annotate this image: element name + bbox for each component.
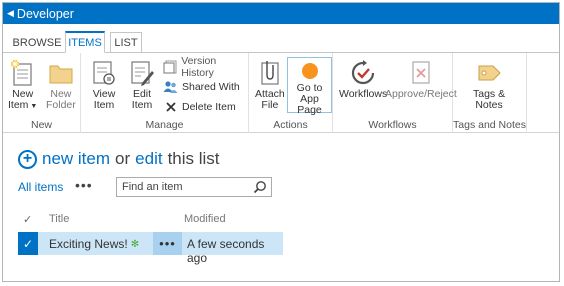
tab-list[interactable]: LIST	[110, 32, 142, 53]
go-to-app-label-1: Go to App	[296, 82, 323, 105]
view-item-label-2: Item	[93, 99, 115, 111]
group-label-new: New	[30, 119, 52, 131]
attach-file-label-2: File	[261, 99, 279, 111]
tags-notes-button[interactable]: Tags & Notes	[473, 59, 505, 111]
plus-circle-icon[interactable]: +	[18, 149, 37, 169]
edit-item-label-2: Item	[131, 99, 153, 111]
edit-item-icon	[128, 59, 156, 87]
delete-item-label: Delete Item	[182, 100, 236, 113]
group-label-tags-notes: Tags and Notes	[453, 119, 526, 131]
tab-items[interactable]: ITEMS	[65, 31, 105, 53]
suite-bar: ◀ Developer	[3, 3, 559, 24]
shared-with-button[interactable]: Shared With	[163, 78, 240, 95]
sharepoint-window: ◀ Developer BROWSE ITEMS LIST New Item ▼…	[2, 2, 560, 282]
back-to-site-link[interactable]: ◀ Developer	[7, 5, 74, 22]
go-to-app-label-2: Page	[297, 104, 322, 116]
ribbon-group-actions: Attach File Go to App Page Actions	[249, 53, 333, 133]
new-item-icon	[9, 59, 37, 87]
list-heading: + new item or edit this list	[18, 149, 225, 169]
table-row[interactable]: ✓ Exciting News! ✻ ••• A few seconds ago	[18, 232, 283, 265]
row-checkbox[interactable]: ✓	[18, 232, 38, 255]
search-icon[interactable]	[253, 180, 267, 194]
chevron-left-icon: ◀	[7, 8, 14, 18]
ribbon: New Item ▼ New Folder New View Item Edit…	[3, 53, 559, 133]
search-box	[116, 177, 272, 197]
row-modified-value: A few seconds ago	[187, 237, 265, 265]
ribbon-group-new: New Item ▼ New Folder New	[3, 53, 81, 133]
heading-or-text: or	[115, 149, 131, 168]
new-folder-label-2: Folder	[46, 99, 76, 111]
version-history-label: Version History	[181, 54, 217, 79]
delete-item-button[interactable]: Delete Item	[163, 98, 236, 115]
view-item-icon	[90, 59, 118, 87]
attach-file-button[interactable]: Attach File	[255, 59, 285, 111]
tag-icon	[475, 59, 503, 87]
select-all-checkmark[interactable]: ✓	[23, 213, 32, 226]
workflow-icon	[349, 59, 377, 87]
tab-browse[interactable]: BROWSE	[13, 32, 62, 53]
row-actions-ellipsis[interactable]: •••	[153, 232, 182, 255]
approve-reject-button[interactable]: Approve/Reject	[385, 59, 457, 100]
heading-this-list-text: this list	[167, 149, 220, 168]
edit-list-link[interactable]: edit	[135, 149, 162, 169]
view-item-button[interactable]: View Item	[90, 59, 118, 111]
new-item-link[interactable]: new item	[42, 149, 110, 169]
version-history-icon	[163, 59, 177, 74]
new-item-label-2: Item	[8, 99, 29, 111]
app-dot-icon	[296, 61, 324, 81]
column-header-title[interactable]: Title	[49, 213, 69, 225]
attach-file-icon	[256, 59, 284, 87]
workflows-label: Workflows	[339, 88, 388, 100]
ribbon-group-tags-notes: Tags & Notes Tags and Notes	[453, 53, 527, 133]
folder-icon	[47, 59, 75, 87]
ribbon-tabs: BROWSE ITEMS LIST	[3, 24, 559, 53]
new-item-button[interactable]: New Item ▼	[8, 59, 37, 112]
approve-reject-label: Approve/Reject	[385, 88, 457, 100]
search-input[interactable]	[117, 181, 247, 193]
new-folder-button[interactable]: New Folder	[46, 59, 76, 111]
column-header-modified[interactable]: Modified	[184, 213, 226, 225]
more-views-ellipsis[interactable]: •••	[75, 177, 93, 193]
edit-item-button[interactable]: Edit Item	[128, 59, 156, 111]
approve-reject-icon	[407, 59, 435, 87]
ribbon-group-manage: View Item Edit Item Version History Shar…	[81, 53, 249, 133]
row-title-text: Exciting News!	[49, 237, 128, 251]
workflows-button[interactable]: Workflows	[339, 59, 387, 100]
tags-notes-label-2: Notes	[475, 99, 503, 111]
group-label-actions: Actions	[273, 119, 308, 131]
view-selector-all-items[interactable]: All items	[18, 180, 63, 194]
site-name: Developer	[16, 6, 74, 21]
go-to-app-page-button[interactable]: Go to App Page	[287, 57, 332, 116]
dropdown-arrow-icon: ▼	[28, 103, 38, 110]
group-label-manage: Manage	[145, 119, 184, 131]
shared-with-label: Shared With	[182, 80, 240, 93]
group-label-workflows: Workflows	[368, 119, 417, 131]
people-icon	[163, 79, 178, 94]
row-title-link[interactable]: Exciting News! ✻	[49, 237, 139, 251]
ribbon-group-workflows: Workflows Approve/Reject Workflows	[333, 53, 457, 133]
delete-x-icon	[163, 99, 178, 114]
new-item-marker-icon: ✻	[130, 238, 140, 250]
version-history-button[interactable]: Version History	[163, 55, 248, 79]
